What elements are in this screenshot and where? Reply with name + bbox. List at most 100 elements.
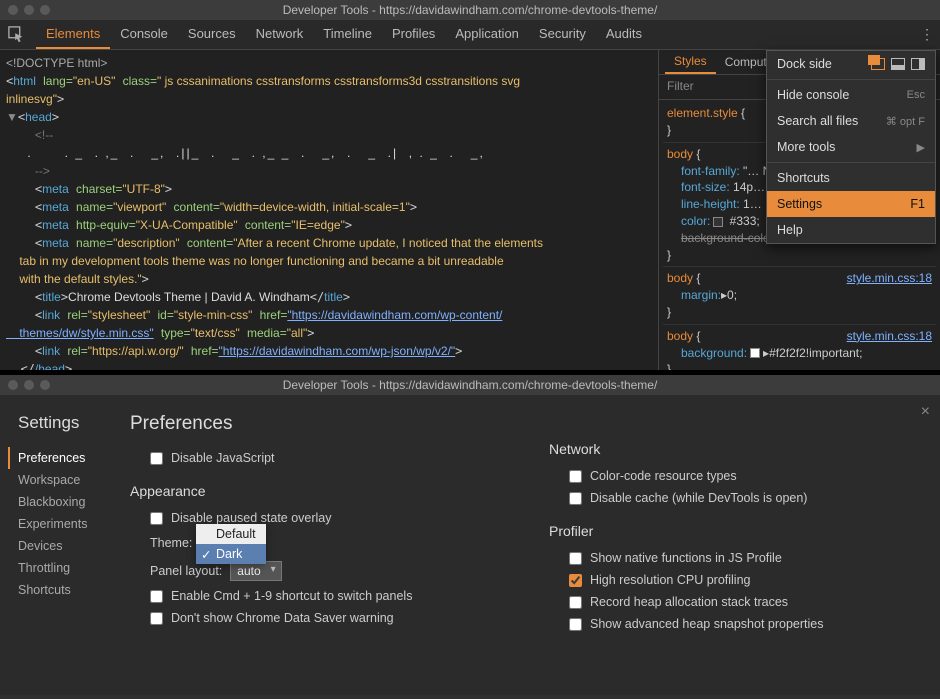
tab-timeline[interactable]: Timeline — [313, 20, 382, 49]
rule-source-link[interactable]: style.min.css:18 — [847, 328, 932, 345]
dock-right-icon[interactable] — [911, 58, 925, 70]
dock-bottom-icon[interactable] — [891, 58, 905, 70]
checkbox[interactable] — [569, 618, 582, 631]
zoom-icon[interactable] — [40, 5, 50, 15]
panel-layout-row: Panel layout: auto — [130, 557, 509, 585]
html-attrs: lang= — [43, 74, 73, 88]
opt-hires-cpu[interactable]: High resolution CPU profiling — [549, 569, 928, 591]
devtools-toolbar: Elements Console Sources Network Timelin… — [0, 20, 940, 50]
preferences-heading: Preferences — [130, 413, 509, 435]
menu-search-all[interactable]: Search all files⌘ opt F — [767, 108, 935, 134]
color-swatch-icon[interactable] — [750, 348, 760, 358]
checkbox[interactable] — [569, 470, 582, 483]
tab-security[interactable]: Security — [529, 20, 596, 49]
panel-layout-label: Panel layout: — [150, 564, 222, 578]
close-icon[interactable]: × — [921, 403, 930, 421]
css-prop: line-height: — [681, 197, 740, 211]
settings-nav-shortcuts[interactable]: Shortcuts — [18, 579, 110, 601]
checkbox-label: Disable paused state overlay — [171, 511, 332, 525]
css-prop: background: — [681, 346, 747, 360]
menu-separator — [767, 79, 935, 80]
network-heading: Network — [549, 441, 928, 457]
checkbox-label: Show advanced heap snapshot properties — [590, 617, 824, 631]
css-value: ▸#f2f2f2!important; — [763, 346, 862, 360]
css-prop: font-family: — [681, 164, 740, 178]
page-title-text: Chrome Devtools Theme | David A. Windham — [68, 290, 310, 304]
settings-nav-preferences[interactable]: Preferences — [8, 447, 110, 469]
zoom-icon[interactable] — [40, 380, 50, 390]
tab-sources[interactable]: Sources — [178, 20, 246, 49]
inspect-icon[interactable] — [8, 26, 26, 44]
menu-help[interactable]: Help — [767, 217, 935, 243]
doctype: <!DOCTYPE html> — [6, 56, 107, 70]
titlebar[interactable]: Developer Tools - https://davidawindham.… — [0, 375, 940, 395]
window-title: Developer Tools - https://davidawindham.… — [0, 3, 940, 17]
checkbox[interactable] — [569, 552, 582, 565]
settings-panel: × Settings Preferences Workspace Blackbo… — [0, 395, 940, 695]
minimize-icon[interactable] — [24, 380, 34, 390]
tab-application[interactable]: Application — [445, 20, 529, 49]
expand-triangle-icon[interactable]: ▼ — [6, 110, 18, 124]
elements-dom-tree[interactable]: <!DOCTYPE html> <html lang="en-US" class… — [0, 50, 658, 370]
checkbox[interactable] — [569, 596, 582, 609]
checkbox[interactable] — [569, 574, 582, 587]
menu-shortcuts[interactable]: Shortcuts — [767, 165, 935, 191]
titlebar[interactable]: Developer Tools - https://davidawindham.… — [0, 0, 940, 20]
settings-nav-blackboxing[interactable]: Blackboxing — [18, 491, 110, 513]
menu-settings[interactable]: SettingsF1 — [767, 191, 935, 217]
menu-more-tools[interactable]: More tools▶ — [767, 134, 935, 160]
color-swatch-icon[interactable] — [713, 217, 723, 227]
comment-open: <!-- — [35, 128, 53, 142]
tab-audits[interactable]: Audits — [596, 20, 652, 49]
api-link[interactable]: "https://davidawindham.com/wp-json/wp/v2… — [219, 344, 456, 358]
panel-layout-select[interactable]: auto — [230, 561, 281, 581]
tab-elements[interactable]: Elements — [36, 20, 110, 49]
tab-profiles[interactable]: Profiles — [382, 20, 445, 49]
css-rule[interactable]: style.min.css:18 body { background:▸#f2f… — [663, 325, 936, 370]
overflow-menu-icon[interactable]: ⋮ — [920, 26, 934, 43]
opt-disable-cache[interactable]: Disable cache (while DevTools is open) — [549, 487, 928, 509]
opt-native-fns[interactable]: Show native functions in JS Profile — [549, 547, 928, 569]
checkbox[interactable] — [150, 612, 163, 625]
rule-source-link[interactable]: style.min.css:18 — [847, 270, 932, 287]
opt-record-heap[interactable]: Record heap allocation stack traces — [549, 591, 928, 613]
dock-undock-icon[interactable] — [871, 58, 885, 70]
rule-selector: body — [667, 147, 693, 161]
tab-network[interactable]: Network — [246, 20, 314, 49]
checkbox-label: Show native functions in JS Profile — [590, 551, 782, 565]
theme-row: Theme: Dark — [130, 529, 509, 557]
traffic-lights[interactable] — [0, 5, 50, 15]
opt-cmd19[interactable]: Enable Cmd + 1-9 shortcut to switch pane… — [130, 585, 509, 607]
checkbox[interactable] — [569, 492, 582, 505]
settings-nav-experiments[interactable]: Experiments — [18, 513, 110, 535]
settings-nav-workspace[interactable]: Workspace — [18, 469, 110, 491]
close-icon[interactable] — [8, 5, 18, 15]
settings-nav-throttling[interactable]: Throttling — [18, 557, 110, 579]
checkbox[interactable] — [150, 512, 163, 525]
rule-selector: element.style — [667, 106, 738, 120]
tab-styles[interactable]: Styles — [665, 50, 716, 74]
tab-console[interactable]: Console — [110, 20, 178, 49]
checkbox[interactable] — [150, 452, 163, 465]
opt-colorcode[interactable]: Color-code resource types — [549, 465, 928, 487]
close-icon[interactable] — [8, 380, 18, 390]
opt-disable-paused[interactable]: Disable paused state overlay — [130, 507, 509, 529]
checkbox-label: High resolution CPU profiling — [590, 573, 751, 587]
css-prop: margin: — [681, 288, 721, 302]
traffic-lights[interactable] — [0, 380, 50, 390]
theme-option-dark[interactable]: Dark — [196, 544, 266, 564]
menu-hide-console[interactable]: Hide consoleEsc — [767, 82, 935, 108]
theme-dropdown: Default Dark — [196, 524, 266, 564]
opt-adv-heap[interactable]: Show advanced heap snapshot properties — [549, 613, 928, 635]
minimize-icon[interactable] — [24, 5, 34, 15]
opt-disable-js[interactable]: Disable JavaScript — [130, 447, 509, 469]
html-tag: html — [13, 74, 36, 88]
css-rule[interactable]: style.min.css:18 body { margin:▸0; } — [663, 267, 936, 324]
css-value: #333; — [726, 214, 759, 228]
checkbox[interactable] — [150, 590, 163, 603]
devtools-tabs: Elements Console Sources Network Timelin… — [36, 20, 652, 49]
opt-datasaver[interactable]: Don't show Chrome Data Saver warning — [130, 607, 509, 629]
settings-nav-devices[interactable]: Devices — [18, 535, 110, 557]
theme-option-default[interactable]: Default — [196, 524, 266, 544]
css-prop: color: — [681, 214, 710, 228]
